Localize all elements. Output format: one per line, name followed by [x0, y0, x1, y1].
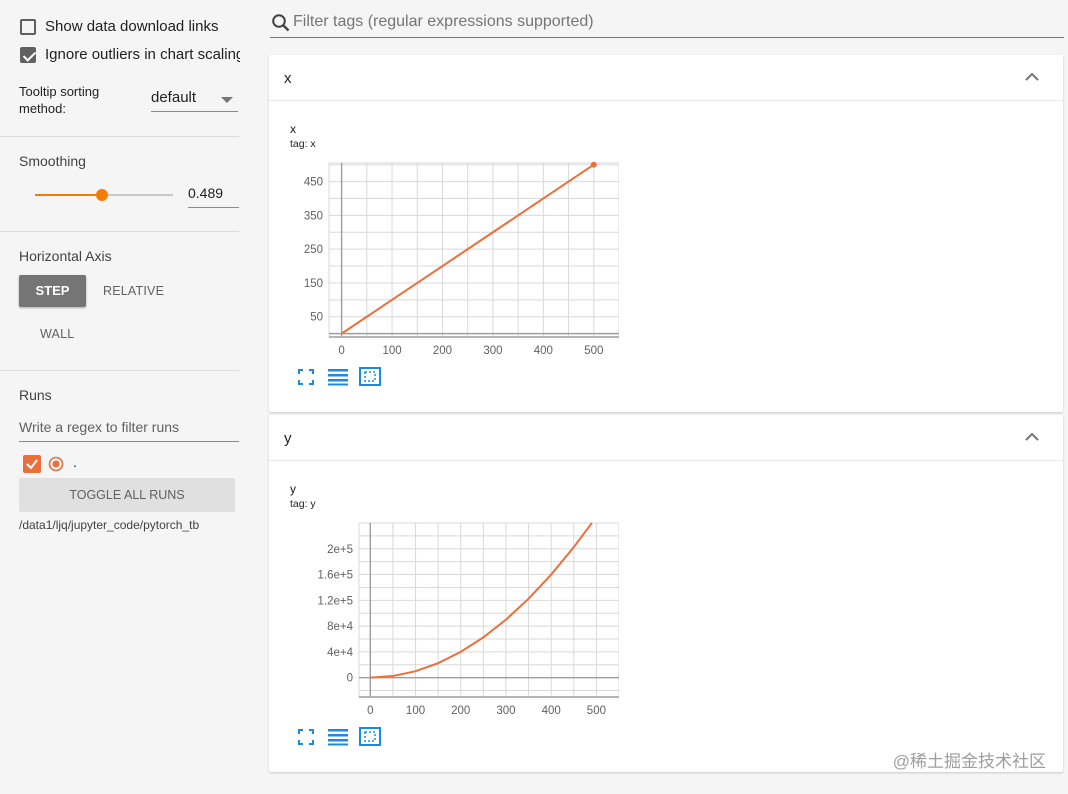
- y-tick-label: 8e+4: [327, 621, 354, 633]
- plot-frame: [328, 162, 619, 338]
- relative-button[interactable]: RELATIVE: [103, 284, 164, 298]
- toggle-log-scale-icon[interactable]: [328, 728, 348, 746]
- y-tick-label: 150: [304, 278, 323, 290]
- runs-filter-underline: [19, 441, 239, 442]
- smoothing-underline: [188, 207, 239, 208]
- fullscreen-icon[interactable]: [297, 368, 315, 386]
- y-tick-label: 2e+5: [327, 544, 353, 556]
- tooltip-sorting-value: default: [151, 89, 197, 106]
- y-tick-label: 0: [347, 673, 353, 685]
- slider-track-empty: [102, 194, 173, 196]
- x-tick-label: 0: [367, 705, 373, 717]
- y-tick-label: 50: [310, 312, 323, 324]
- fit-domain-icon[interactable]: [359, 727, 381, 746]
- tooltip-sorting-select[interactable]: default: [151, 86, 238, 112]
- chart-x[interactable]: 0 100 200 300 400 500 50 150 250 350 450: [279, 155, 619, 365]
- run-name: .: [73, 454, 77, 470]
- logdir-path: /data1/ljq/jupyter_code/pytorch_tb: [19, 518, 200, 532]
- series-point: [590, 161, 597, 168]
- chart-tag: tag: x: [290, 138, 316, 150]
- chevron-up-icon[interactable]: [1025, 72, 1039, 82]
- divider: [0, 231, 239, 232]
- x-tick-label: 500: [584, 345, 603, 357]
- fullscreen-icon[interactable]: [297, 728, 315, 746]
- y-tick-label: 4e+4: [327, 647, 354, 659]
- watermark: @稀土掘金技术社区: [892, 752, 1046, 771]
- y-tick-label: 250: [304, 244, 323, 256]
- chevron-up-icon[interactable]: [1025, 432, 1039, 442]
- divider: [0, 136, 239, 137]
- ignore-outliers-label: Ignore outliers in chart scaling: [45, 46, 240, 63]
- tag-filter-underline: [270, 37, 1064, 38]
- divider: [0, 370, 239, 371]
- search-icon: [272, 14, 290, 32]
- horizontal-axis-title: Horizontal Axis: [19, 248, 112, 264]
- tag-filter[interactable]: Filter tags (regular expressions support…: [270, 8, 1064, 38]
- x-tick-label: 500: [587, 705, 606, 717]
- x-tick-label: 400: [542, 705, 561, 717]
- smoothing-value-input[interactable]: 0.489: [188, 184, 239, 208]
- x-tick-label: 100: [382, 345, 401, 357]
- sidebar: Show data download links Ignore outliers…: [0, 0, 250, 794]
- x-tick-label: 300: [483, 345, 502, 357]
- wall-button[interactable]: WALL: [40, 327, 74, 341]
- show-download-checkbox[interactable]: [20, 19, 36, 35]
- card-y: y y tag: y 0 100 200 300 400 500 0 4e+4 8e+4 1.2e…: [269, 415, 1063, 772]
- y-tick-label: 350: [304, 210, 323, 222]
- card-header[interactable]: x: [269, 55, 1063, 101]
- card-x: x x tag: x 0 100 200 300 400 500 50 150 250 350 45…: [269, 55, 1063, 412]
- y-tick-label: 1.6e+5: [318, 570, 354, 582]
- x-tick-label: 100: [406, 705, 425, 717]
- x-tick-label: 300: [496, 705, 515, 717]
- x-tick-label: 200: [451, 705, 470, 717]
- ignore-outliers-checkbox[interactable]: [20, 47, 36, 63]
- x-tick-label: 0: [338, 345, 344, 357]
- tooltip-sorting-underline: [151, 111, 238, 112]
- runs-title: Runs: [19, 387, 52, 403]
- x-tick-label: 400: [534, 345, 553, 357]
- card-title: x: [284, 70, 292, 87]
- chart-tag: tag: y: [290, 498, 316, 510]
- run-color-radio-icon[interactable]: [48, 456, 64, 472]
- chart-y[interactable]: 0 100 200 300 400 500 0 4e+4 8e+4 1.2e+5 1.6e+5 2e+…: [279, 515, 619, 725]
- chart-title: x: [290, 122, 296, 136]
- smoothing-value: 0.489: [188, 185, 224, 201]
- smoothing-title: Smoothing: [19, 153, 86, 169]
- step-button[interactable]: STEP: [19, 275, 86, 307]
- dropdown-arrow-icon: [221, 97, 233, 103]
- y-tick-label: 450: [304, 177, 323, 189]
- toggle-all-runs-button[interactable]: TOGGLE ALL RUNS: [19, 478, 235, 512]
- tag-filter-placeholder: Filter tags (regular expressions support…: [293, 13, 594, 30]
- fit-domain-icon[interactable]: [359, 367, 381, 386]
- toggle-log-scale-icon[interactable]: [328, 368, 348, 386]
- card-header[interactable]: y: [269, 415, 1063, 461]
- slider-knob[interactable]: [96, 189, 108, 201]
- y-tick-label: 1.2e+5: [318, 595, 354, 607]
- check-icon: [26, 459, 38, 470]
- card-title: y: [284, 430, 292, 447]
- tooltip-sorting-label: Tooltip sorting method:: [19, 84, 100, 116]
- chart-title: y: [290, 482, 296, 496]
- slider-track-filled: [35, 194, 102, 196]
- x-tick-label: 200: [433, 345, 452, 357]
- runs-filter-placeholder: Write a regex to filter runs: [19, 419, 180, 435]
- runs-filter-input[interactable]: Write a regex to filter runs: [19, 418, 239, 442]
- run-checkbox[interactable]: [23, 455, 41, 473]
- show-download-label: Show data download links: [45, 18, 219, 35]
- smoothing-slider[interactable]: [35, 186, 173, 204]
